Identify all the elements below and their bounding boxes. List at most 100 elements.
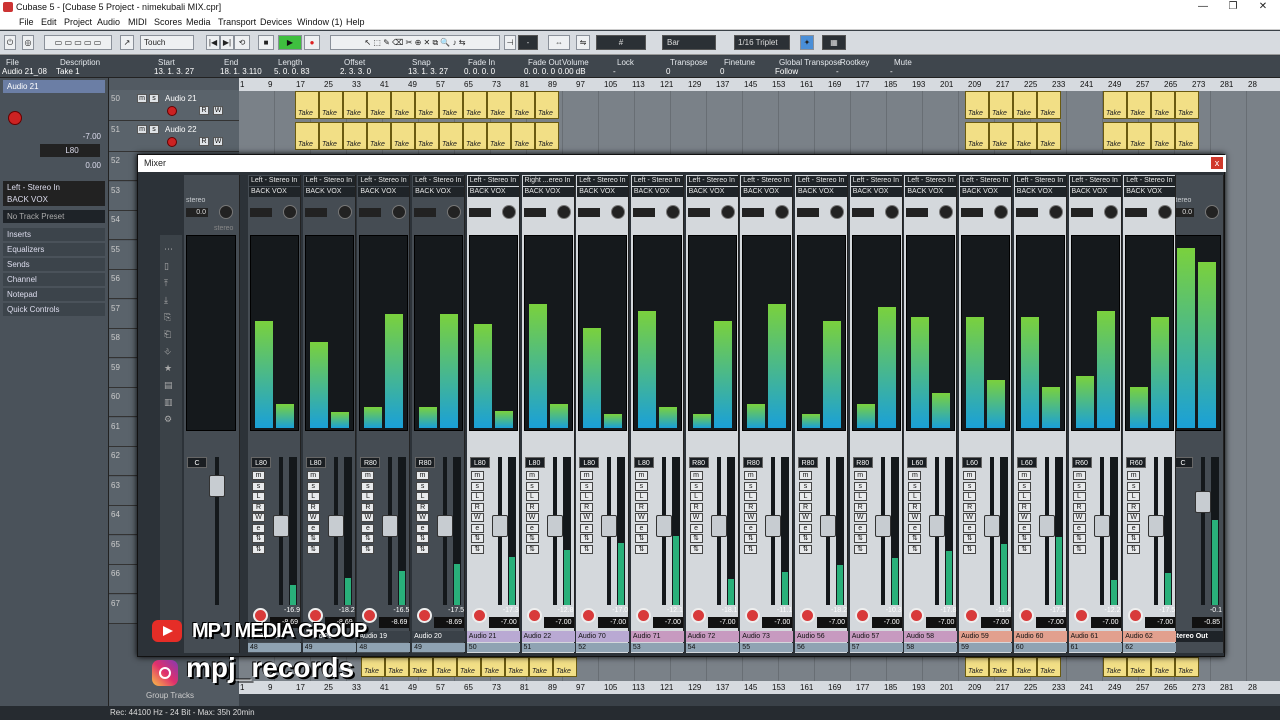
- grid-icon[interactable]: #: [596, 35, 646, 50]
- channel-button-4[interactable]: W: [361, 513, 375, 522]
- info-value[interactable]: 18. 1. 3.110: [220, 67, 262, 76]
- output-routing[interactable]: BACK VOX: [1124, 187, 1176, 197]
- input-gain-knob[interactable]: [501, 205, 516, 219]
- audio-event[interactable]: Take: [391, 122, 415, 150]
- track-record-enable[interactable]: [167, 137, 177, 147]
- channel-button-1[interactable]: s: [525, 481, 539, 491]
- channel-button-5[interactable]: e: [634, 523, 648, 533]
- channel-fader[interactable]: [820, 515, 836, 537]
- audio-event[interactable]: Take: [989, 122, 1013, 150]
- channel-button-2[interactable]: L: [1127, 492, 1141, 501]
- stop-button[interactable]: ■: [258, 35, 274, 50]
- channel-fader[interactable]: [437, 515, 454, 537]
- audio-event[interactable]: Take: [1037, 122, 1061, 150]
- audio-event[interactable]: Take: [1013, 122, 1037, 150]
- input-gain-knob[interactable]: [994, 205, 1009, 219]
- mixer-title-bar[interactable]: Mixer x: [138, 155, 1226, 172]
- input-gain[interactable]: [1015, 208, 1038, 217]
- channel-button-1[interactable]: s: [470, 481, 484, 491]
- channel-button-2[interactable]: L: [580, 492, 594, 501]
- menu-scores[interactable]: Scores: [154, 17, 182, 27]
- volume-display[interactable]: -8.69: [434, 617, 465, 628]
- channel-fader[interactable]: [874, 515, 891, 537]
- channel-button-4[interactable]: W: [853, 513, 867, 522]
- audio-event[interactable]: Take: [487, 122, 511, 150]
- audio-event[interactable]: Take: [1175, 122, 1199, 150]
- info-value[interactable]: 0: [720, 67, 724, 76]
- input-routing[interactable]: Left - Stereo In: [1069, 176, 1121, 186]
- volume-display[interactable]: -7.00: [488, 617, 519, 628]
- pan-control[interactable]: R60: [1071, 457, 1092, 468]
- record-button[interactable]: ●: [304, 35, 320, 50]
- channel-fader[interactable]: [273, 515, 289, 537]
- channel-button-0[interactable]: m: [1072, 471, 1086, 480]
- channel-button-4[interactable]: W: [1072, 513, 1086, 522]
- channel-button-4[interactable]: W: [252, 513, 265, 522]
- output-routing[interactable]: BACK VOX: [631, 187, 683, 197]
- audio-event[interactable]: Take: [457, 657, 481, 677]
- audio-event[interactable]: Take: [965, 122, 989, 150]
- channel-button-4[interactable]: W: [1127, 513, 1141, 522]
- channel-button-7[interactable]: ⇅: [1017, 544, 1031, 554]
- inspector-output-routing[interactable]: BACK VOX: [3, 193, 105, 206]
- output-routing[interactable]: BACK VOX: [413, 187, 465, 197]
- channel-button-7[interactable]: ⇅: [853, 544, 867, 554]
- output-routing[interactable]: BACK VOX: [1014, 187, 1066, 197]
- write-button[interactable]: W: [213, 137, 223, 146]
- info-value[interactable]: -: [836, 67, 839, 76]
- input-gain-knob[interactable]: [611, 205, 626, 219]
- output-routing[interactable]: BACK VOX: [741, 187, 793, 197]
- input-routing[interactable]: Left - Stereo In: [1124, 176, 1176, 186]
- channel-button-6[interactable]: ⇅: [799, 534, 812, 543]
- inspector-delay[interactable]: 0.00: [3, 159, 105, 172]
- input-gain[interactable]: [359, 208, 382, 217]
- channel-fader[interactable]: [765, 515, 782, 537]
- audio-event[interactable]: Take: [1103, 122, 1127, 150]
- channel-button-4[interactable]: W: [525, 513, 539, 522]
- channel-button-1[interactable]: s: [908, 481, 922, 491]
- write-button[interactable]: W: [213, 106, 223, 115]
- audio-event[interactable]: Take: [1013, 657, 1037, 677]
- channel-button-5[interactable]: e: [306, 523, 320, 533]
- input-routing[interactable]: Left - Stereo In: [905, 176, 957, 186]
- pan-control[interactable]: L80: [469, 457, 490, 468]
- pan-control[interactable]: R80: [415, 457, 436, 468]
- channel-fader[interactable]: [1148, 515, 1165, 537]
- channel-fader[interactable]: [601, 515, 618, 537]
- output-routing[interactable]: BACK VOX: [303, 187, 355, 197]
- audio-event[interactable]: Take: [319, 91, 343, 119]
- play-button[interactable]: ▶: [278, 35, 302, 50]
- channel-button-2[interactable]: L: [1072, 492, 1086, 501]
- channel-fader[interactable]: [984, 515, 1001, 537]
- audio-event[interactable]: Take: [295, 91, 319, 119]
- channel-button-6[interactable]: ⇅: [252, 534, 265, 543]
- channel-button-1[interactable]: s: [853, 481, 867, 491]
- channel-button-7[interactable]: ⇅: [470, 544, 484, 554]
- pan-control[interactable]: R80: [852, 457, 873, 468]
- channel-button-6[interactable]: ⇅: [1127, 534, 1141, 543]
- audio-event[interactable]: Take: [965, 91, 989, 119]
- audio-event[interactable]: Take: [463, 122, 487, 150]
- channel-button-3[interactable]: R: [470, 502, 484, 512]
- input-gain-knob[interactable]: [1103, 205, 1118, 219]
- input-gain[interactable]: [304, 208, 327, 217]
- channel-button-2[interactable]: L: [634, 492, 648, 501]
- monitor-button[interactable]: [471, 608, 487, 623]
- channel-button-2[interactable]: L: [1017, 492, 1031, 501]
- channel-button-3[interactable]: R: [580, 502, 594, 512]
- mute-button[interactable]: m: [137, 125, 147, 134]
- inspector-pan[interactable]: L80: [40, 144, 100, 157]
- audio-event[interactable]: Take: [415, 91, 439, 119]
- input-gain-knob[interactable]: [556, 205, 571, 219]
- volume-display[interactable]: -7.00: [871, 617, 902, 628]
- channel-button-7[interactable]: ⇅: [580, 544, 594, 554]
- channel-button-1[interactable]: s: [580, 481, 594, 491]
- pan-control[interactable]: R80: [743, 457, 764, 468]
- audio-event[interactable]: Take: [295, 122, 319, 150]
- channel-button-7[interactable]: ⇅: [252, 544, 265, 554]
- inspector-record-enable[interactable]: [8, 111, 22, 125]
- channel-button-0[interactable]: m: [744, 471, 758, 480]
- channel-button-2[interactable]: L: [252, 492, 265, 501]
- menu-media[interactable]: Media: [186, 17, 211, 27]
- monitor-button[interactable]: [854, 608, 870, 623]
